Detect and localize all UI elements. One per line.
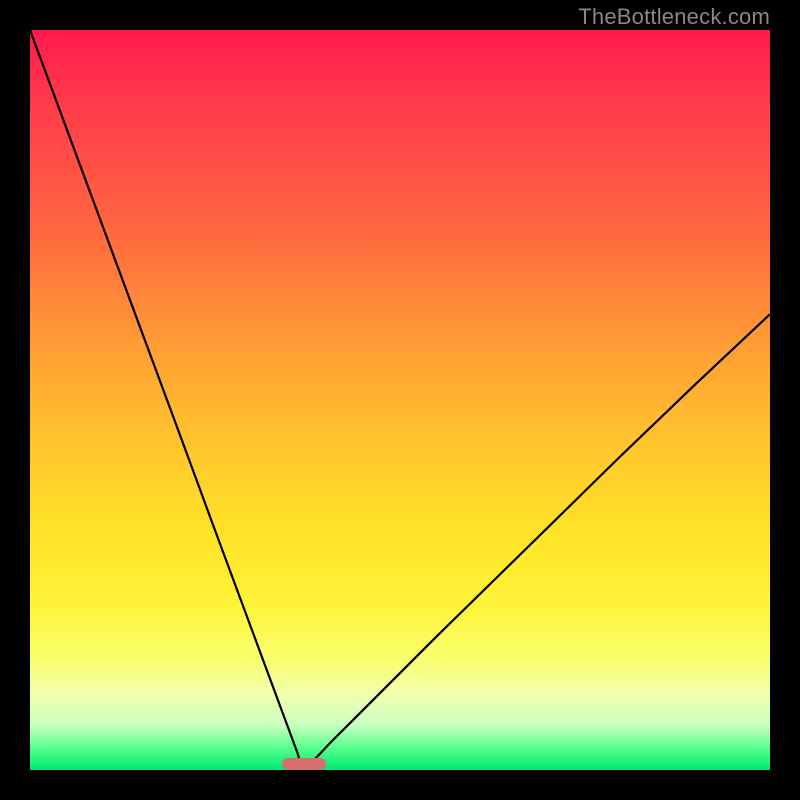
minimum-marker — [282, 758, 326, 770]
watermark-text: TheBottleneck.com — [578, 4, 770, 30]
bottleneck-curve — [30, 30, 770, 770]
chart-frame: TheBottleneck.com — [0, 0, 800, 800]
plot-area — [30, 30, 770, 770]
curve-path — [30, 30, 770, 770]
